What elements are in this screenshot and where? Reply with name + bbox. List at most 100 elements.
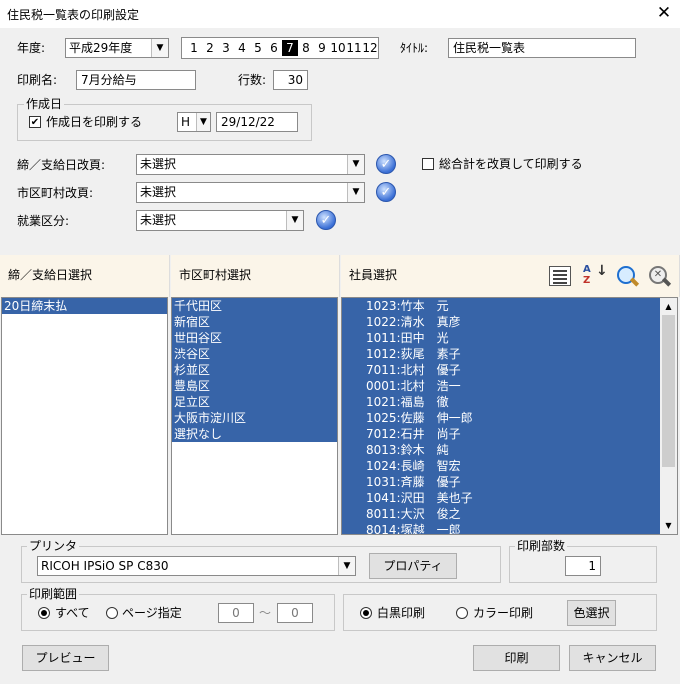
grand-total-checkbox[interactable] xyxy=(422,158,434,170)
city-page-break-select[interactable]: 未選択 ▼ xyxy=(136,182,365,203)
printer-value: RICOH IPSiO SP C830 xyxy=(41,559,169,573)
employee-listbox[interactable]: 1023:竹本 元 1022:清水 真彦 1011:田中 光 1012:荻尾 素子 70… xyxy=(341,297,678,535)
range-all-radio[interactable] xyxy=(38,607,50,619)
chevron-down-icon: ▼ xyxy=(151,39,168,57)
print-button[interactable]: 印刷 xyxy=(473,645,560,671)
list-item[interactable]: 世田谷区 xyxy=(172,330,337,346)
closing-list-header: 締／支給日選択 xyxy=(0,255,170,297)
closing-page-break-select[interactable]: 未選択 ▼ xyxy=(136,154,365,175)
employment-type-select[interactable]: 未選択 ▼ xyxy=(136,210,304,231)
sort-az-icon[interactable]: AZ ↓ xyxy=(583,264,608,290)
month-9[interactable]: 9 xyxy=(314,40,330,56)
employment-type-value: 未選択 xyxy=(140,213,177,227)
list-item[interactable]: 杉並区 xyxy=(172,362,337,378)
chevron-down-icon: ▼ xyxy=(286,211,303,230)
month-7[interactable]: 7 xyxy=(282,40,298,56)
list-item[interactable]: 1021:福島 徹 xyxy=(342,394,661,410)
era-value: H xyxy=(181,115,191,129)
created-date-input[interactable]: 29/12/22 xyxy=(216,112,298,132)
month-10[interactable]: 10 xyxy=(330,40,346,56)
color-label: カラー印刷 xyxy=(473,606,534,620)
list-item[interactable]: 0001:北村 浩一 xyxy=(342,378,661,394)
close-icon[interactable]: ✕ xyxy=(650,2,678,26)
chevron-down-icon: ▼ xyxy=(347,183,364,202)
list-item[interactable]: 20日締末払 xyxy=(2,298,167,314)
month-3[interactable]: 3 xyxy=(218,40,234,56)
chevron-down-icon: ▼ xyxy=(347,155,364,174)
list-item[interactable]: 新宿区 xyxy=(172,314,337,330)
scroll-thumb[interactable] xyxy=(662,315,675,467)
year-select[interactable]: 平成29年度 ▼ xyxy=(65,38,169,58)
month-12[interactable]: 12 xyxy=(362,40,378,56)
closing-listbox[interactable]: 20日締末払 xyxy=(1,297,168,535)
print-name-label: 印刷名: xyxy=(17,73,58,87)
list-item[interactable]: 大阪市淀川区 xyxy=(172,410,337,426)
list-item[interactable]: 1024:長崎 智宏 xyxy=(342,458,661,474)
window-title: 住民税一覧表の印刷設定 xyxy=(7,8,140,22)
list-item[interactable]: 1041:沢田 美也子 xyxy=(342,490,661,506)
city-page-break-label: 市区町村改頁: xyxy=(17,186,94,200)
list-item[interactable]: 足立区 xyxy=(172,394,337,410)
list-item[interactable]: 豊島区 xyxy=(172,378,337,394)
mono-label: 白黒印刷 xyxy=(377,606,426,620)
rows-label: 行数: xyxy=(238,73,267,87)
month-5[interactable]: 5 xyxy=(250,40,266,56)
list-item[interactable]: 8011:大沢 俊之 xyxy=(342,506,661,522)
created-date-legend: 作成日 xyxy=(24,97,65,111)
print-name-input[interactable]: 7月分給与 xyxy=(76,70,196,90)
month-11[interactable]: 11 xyxy=(346,40,362,56)
title-input[interactable]: 住民税一覧表 xyxy=(448,38,636,58)
cancel-button[interactable]: キャンセル xyxy=(569,645,656,671)
month-selector[interactable]: 1 2 3 4 5 6 7 8 9 101112 xyxy=(181,37,379,59)
list-item[interactable]: 7011:北村 優子 xyxy=(342,362,661,378)
chevron-down-icon: ▼ xyxy=(338,557,355,575)
month-4[interactable]: 4 xyxy=(234,40,250,56)
preview-button[interactable]: プレビュー xyxy=(22,645,109,671)
month-1[interactable]: 1 xyxy=(186,40,202,56)
rows-input[interactable]: 30 xyxy=(273,70,308,90)
city-list-header: 市区町村選択 xyxy=(171,255,340,297)
list-item[interactable]: 1031:斉藤 優子 xyxy=(342,474,661,490)
page-from-input[interactable]: 0 xyxy=(218,603,254,623)
list-item[interactable]: 選択なし xyxy=(172,426,337,442)
search-icon[interactable] xyxy=(616,265,640,289)
color-select-button[interactable]: 色選択 xyxy=(567,600,616,626)
list-item[interactable]: 渋谷区 xyxy=(172,346,337,362)
list-item[interactable]: 1023:竹本 元 xyxy=(342,298,661,314)
month-8[interactable]: 8 xyxy=(298,40,314,56)
page-to-input[interactable]: 0 xyxy=(277,603,313,623)
list-item[interactable]: 1025:佐藤 伸一郎 xyxy=(342,410,661,426)
title-field-label: ﾀｲﾄﾙ: xyxy=(400,41,429,55)
list-view-icon[interactable] xyxy=(549,266,571,286)
month-2[interactable]: 2 xyxy=(202,40,218,56)
confirm-check-icon[interactable]: ✓ xyxy=(376,154,396,174)
list-item[interactable]: 1011:田中 光 xyxy=(342,330,661,346)
month-6[interactable]: 6 xyxy=(266,40,282,56)
year-value: 平成29年度 xyxy=(69,41,133,55)
color-radio[interactable] xyxy=(456,607,468,619)
scroll-down-icon[interactable]: ▼ xyxy=(660,517,677,534)
confirm-check-icon[interactable]: ✓ xyxy=(376,182,396,202)
city-listbox[interactable]: 千代田区 新宿区 世田谷区 渋谷区 杉並区 豊島区 足立区 大阪市淀川区 選択なし xyxy=(171,297,338,535)
list-item[interactable]: 千代田区 xyxy=(172,298,337,314)
search-clear-icon[interactable]: ✕ xyxy=(648,265,672,289)
mono-radio[interactable] xyxy=(360,607,372,619)
printer-select[interactable]: RICOH IPSiO SP C830 ▼ xyxy=(37,556,356,576)
era-select[interactable]: H ▼ xyxy=(177,112,211,132)
list-item[interactable]: 7012:石井 尚子 xyxy=(342,426,661,442)
copies-input[interactable]: 1 xyxy=(565,556,601,576)
city-page-break-value: 未選択 xyxy=(140,185,177,199)
closing-page-break-label: 締／支給日改頁: xyxy=(17,158,106,172)
list-item[interactable]: 1022:清水 真彦 xyxy=(342,314,661,330)
list-item[interactable]: 8014:塚越 一郎 xyxy=(342,522,661,534)
scroll-up-icon[interactable]: ▲ xyxy=(660,298,677,315)
range-page-radio[interactable] xyxy=(106,607,118,619)
scrollbar[interactable]: ▲ ▼ xyxy=(660,298,677,534)
list-item[interactable]: 8013:鈴木 純 xyxy=(342,442,661,458)
list-item[interactable]: 1012:荻尾 素子 xyxy=(342,346,661,362)
created-date-checkbox[interactable]: ✔ xyxy=(29,116,41,128)
printer-properties-button[interactable]: プロパティ xyxy=(369,553,457,579)
confirm-check-icon[interactable]: ✓ xyxy=(316,210,336,230)
employment-type-label: 就業区分: xyxy=(17,214,70,228)
copies-legend: 印刷部数 xyxy=(515,539,568,553)
